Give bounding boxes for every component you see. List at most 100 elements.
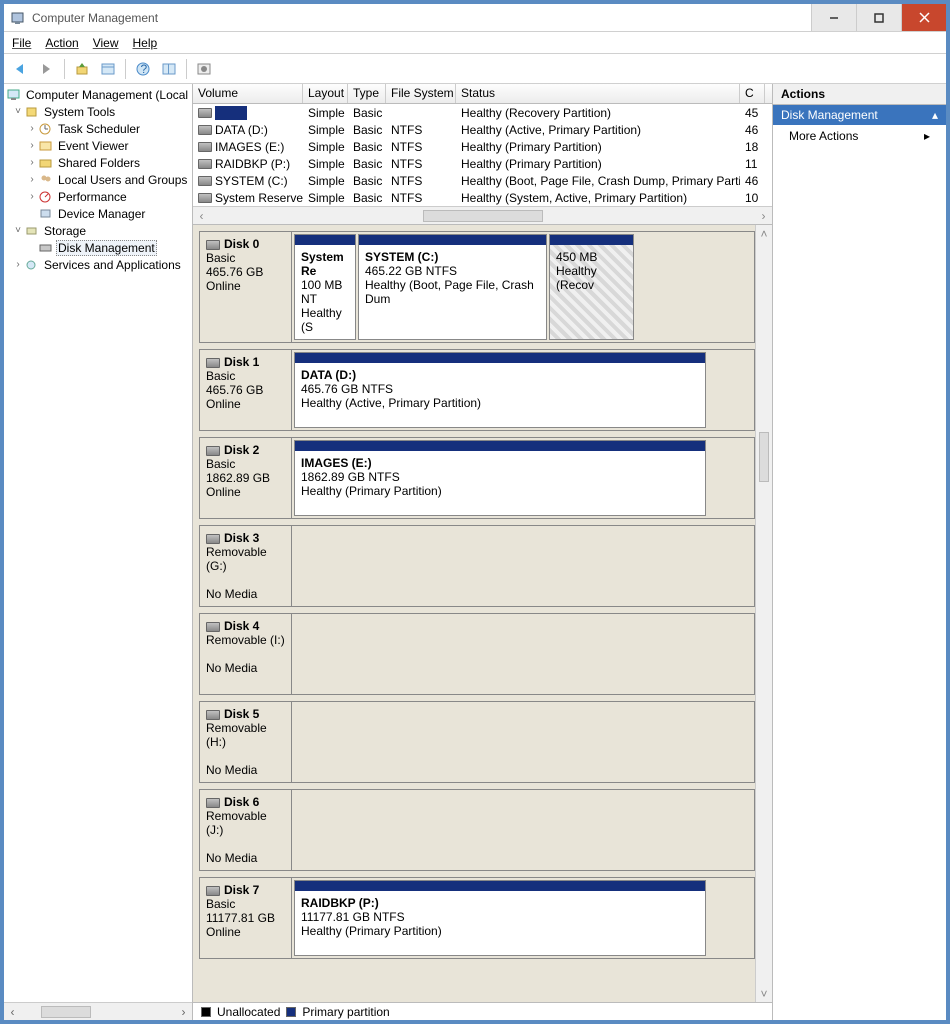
- refresh-button[interactable]: [158, 58, 180, 80]
- volume-row[interactable]: System ReservedSimpleBasicNTFSHealthy (S…: [193, 189, 772, 206]
- disk-row[interactable]: Disk 7Basic11177.81 GBOnlineRAIDBKP (P:)…: [199, 877, 755, 959]
- forward-button[interactable]: [36, 58, 58, 80]
- tree-disk-management[interactable]: Disk Management: [6, 239, 192, 256]
- up-button[interactable]: [71, 58, 93, 80]
- disk-icon: [206, 886, 220, 896]
- menu-view[interactable]: View: [93, 36, 119, 50]
- drive-icon: [198, 193, 212, 203]
- scroll-right-icon[interactable]: ›: [175, 1003, 192, 1020]
- title-bar[interactable]: Computer Management: [4, 4, 946, 32]
- partition[interactable]: RAIDBKP (P:)11177.81 GB NTFSHealthy (Pri…: [294, 880, 706, 956]
- collapse-icon[interactable]: ▴: [932, 108, 938, 122]
- tree-services-apps[interactable]: ›Services and Applications: [6, 256, 192, 273]
- disk-row[interactable]: Disk 0Basic465.76 GBOnlineSystem Re100 M…: [199, 231, 755, 343]
- actions-more[interactable]: More Actions ▸: [773, 125, 946, 147]
- disk-partitions: DATA (D:)465.76 GB NTFSHealthy (Active, …: [292, 350, 754, 430]
- disk-icon: [206, 446, 220, 456]
- chevron-right-icon[interactable]: ›: [26, 123, 38, 134]
- disk-row[interactable]: Disk 6Removable (J:) No Media: [199, 789, 755, 871]
- disk-icon: [206, 240, 220, 250]
- disk-row[interactable]: Disk 3Removable (G:) No Media: [199, 525, 755, 607]
- tree-task-scheduler[interactable]: ›Task Scheduler: [6, 120, 192, 137]
- volume-row[interactable]: IMAGES (E:)SimpleBasicNTFSHealthy (Prima…: [193, 138, 772, 155]
- tree-root[interactable]: Computer Management (Local: [6, 86, 192, 103]
- close-button[interactable]: [901, 4, 946, 31]
- col-filesystem[interactable]: File System: [386, 84, 456, 103]
- scroll-thumb[interactable]: [423, 210, 543, 222]
- shared-folder-icon: [38, 156, 54, 170]
- volume-list-header[interactable]: Volume Layout Type File System Status C: [193, 84, 772, 104]
- disk-icon: [206, 534, 220, 544]
- chevron-right-icon[interactable]: ›: [26, 191, 38, 202]
- volume-row[interactable]: SimpleBasicHealthy (Recovery Partition)4…: [193, 104, 772, 121]
- performance-icon: [38, 190, 54, 204]
- chevron-right-icon[interactable]: ›: [12, 259, 24, 270]
- tree-storage[interactable]: ˅Storage: [6, 222, 192, 239]
- menu-file[interactable]: File: [12, 36, 31, 50]
- volume-row[interactable]: SYSTEM (C:)SimpleBasicNTFSHealthy (Boot,…: [193, 172, 772, 189]
- scroll-up-icon[interactable]: ˄: [756, 225, 772, 242]
- disk-label: Disk 4Removable (I:) No Media: [200, 614, 292, 694]
- chevron-down-icon[interactable]: ˅: [12, 106, 24, 117]
- chevron-right-icon[interactable]: ›: [26, 157, 38, 168]
- back-button[interactable]: [10, 58, 32, 80]
- tree-performance[interactable]: ›Performance: [6, 188, 192, 205]
- scroll-left-icon[interactable]: ‹: [193, 207, 210, 224]
- col-type[interactable]: Type: [348, 84, 386, 103]
- disk-partitions: [292, 526, 754, 606]
- tree-system-tools[interactable]: ˅System Tools: [6, 103, 192, 120]
- scroll-thumb[interactable]: [759, 432, 769, 482]
- help-button[interactable]: ?: [132, 58, 154, 80]
- volume-row[interactable]: RAIDBKP (P:)SimpleBasicNTFSHealthy (Prim…: [193, 155, 772, 172]
- volume-row[interactable]: DATA (D:)SimpleBasicNTFSHealthy (Active,…: [193, 121, 772, 138]
- volume-list-body[interactable]: SimpleBasicHealthy (Recovery Partition)4…: [193, 104, 772, 206]
- col-capacity[interactable]: C: [740, 84, 765, 103]
- navigation-tree[interactable]: Computer Management (Local ˅System Tools…: [4, 84, 192, 1002]
- storage-icon: [24, 224, 40, 238]
- maximize-button[interactable]: [856, 4, 901, 31]
- toolbar-separator-2: [125, 59, 126, 79]
- drive-icon: [198, 125, 212, 135]
- scroll-right-icon[interactable]: ›: [755, 207, 772, 224]
- scroll-down-icon[interactable]: ˅: [756, 985, 772, 1002]
- partition-body: IMAGES (E:)1862.89 GB NTFSHealthy (Prima…: [295, 451, 705, 515]
- tree-event-viewer[interactable]: ›Event Viewer: [6, 137, 192, 154]
- partition-header: [550, 235, 633, 245]
- col-volume[interactable]: Volume: [193, 84, 303, 103]
- actions-section[interactable]: Disk Management ▴: [773, 105, 946, 125]
- scroll-left-icon[interactable]: ‹: [4, 1003, 21, 1020]
- partition-header: [295, 353, 705, 363]
- partition[interactable]: SYSTEM (C:)465.22 GB NTFSHealthy (Boot, …: [358, 234, 547, 340]
- volume-hscrollbar[interactable]: ‹ ›: [193, 206, 772, 224]
- partition-header: [295, 881, 705, 891]
- actions-header: Actions: [773, 84, 946, 105]
- menu-help[interactable]: Help: [133, 36, 158, 50]
- partition[interactable]: DATA (D:)465.76 GB NTFSHealthy (Active, …: [294, 352, 706, 428]
- partition[interactable]: System Re100 MB NTHealthy (S: [294, 234, 356, 340]
- partition[interactable]: 450 MBHealthy (Recov: [549, 234, 634, 340]
- tree-local-users[interactable]: ›Local Users and Groups: [6, 171, 192, 188]
- menu-action[interactable]: Action: [45, 36, 78, 50]
- chevron-down-icon[interactable]: ˅: [12, 225, 24, 236]
- tree-hscrollbar[interactable]: ‹ ›: [4, 1002, 192, 1020]
- disk-vscrollbar[interactable]: ˄ ˅: [755, 225, 772, 1002]
- disk-row[interactable]: Disk 1Basic465.76 GBOnlineDATA (D:)465.7…: [199, 349, 755, 431]
- disk-partitions: System Re100 MB NTHealthy (SSYSTEM (C:)4…: [292, 232, 754, 342]
- settings-button[interactable]: [193, 58, 215, 80]
- tree-shared-folders[interactable]: ›Shared Folders: [6, 154, 192, 171]
- col-status[interactable]: Status: [456, 84, 740, 103]
- tree-device-manager[interactable]: Device Manager: [6, 205, 192, 222]
- disk-row[interactable]: Disk 2Basic1862.89 GBOnlineIMAGES (E:)18…: [199, 437, 755, 519]
- disk-row[interactable]: Disk 4Removable (I:) No Media: [199, 613, 755, 695]
- col-layout[interactable]: Layout: [303, 84, 348, 103]
- disk-map-area: Disk 0Basic465.76 GBOnlineSystem Re100 M…: [193, 225, 772, 1002]
- partition[interactable]: IMAGES (E:)1862.89 GB NTFSHealthy (Prima…: [294, 440, 706, 516]
- chevron-right-icon[interactable]: ›: [26, 140, 38, 151]
- minimize-button[interactable]: [811, 4, 856, 31]
- disk-map[interactable]: Disk 0Basic465.76 GBOnlineSystem Re100 M…: [193, 225, 755, 1002]
- scroll-thumb[interactable]: [41, 1006, 91, 1018]
- disk-label: Disk 1Basic465.76 GBOnline: [200, 350, 292, 430]
- properties-button[interactable]: [97, 58, 119, 80]
- chevron-right-icon[interactable]: ›: [26, 174, 38, 185]
- disk-row[interactable]: Disk 5Removable (H:) No Media: [199, 701, 755, 783]
